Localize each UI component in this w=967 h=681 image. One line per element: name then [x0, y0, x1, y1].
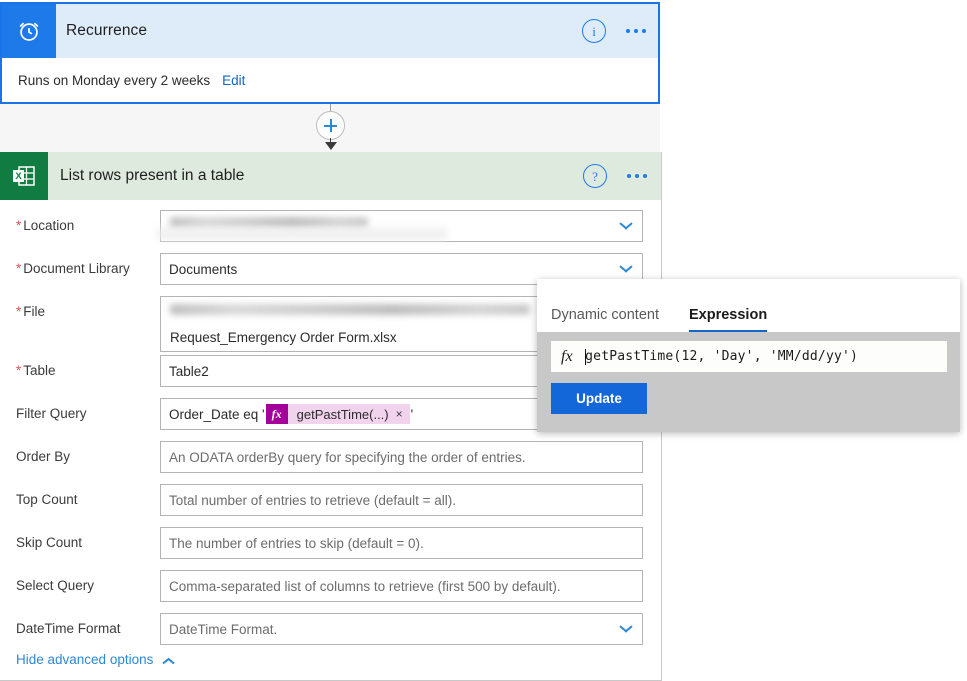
- table-value: Table2: [169, 363, 209, 379]
- expression-editor-popup[interactable]: Dynamic content Expression fx getPastTim…: [537, 279, 960, 432]
- question-circle-icon[interactable]: ?: [583, 164, 607, 188]
- required-asterisk: *: [16, 363, 22, 378]
- field-label-top-count: Top Count: [16, 492, 78, 507]
- file-selected-path: [161, 297, 544, 323]
- redacted-location-overlay: [157, 228, 447, 240]
- excel-card-header[interactable]: X List rows present in a table ?: [0, 152, 661, 200]
- tab-expression[interactable]: Expression: [689, 307, 768, 333]
- chevron-up-icon: [162, 654, 174, 666]
- field-row-top-count: Top Count Total number of entries to ret…: [0, 484, 661, 527]
- arrow-down-icon: [325, 142, 337, 150]
- recurrence-edit-link[interactable]: Edit: [222, 73, 245, 88]
- datetime-format-placeholder: DateTime Format.: [169, 621, 278, 637]
- excel-card-title: List rows present in a table: [60, 167, 245, 184]
- filter-query-prefix: Order_Date eq ': [169, 406, 265, 422]
- chevron-down-icon[interactable]: [619, 623, 632, 636]
- field-label-filter-query: Filter Query: [16, 406, 87, 421]
- tab-dynamic-content[interactable]: Dynamic content: [551, 307, 659, 332]
- skip-count-input[interactable]: The number of entries to skip (default =…: [160, 527, 643, 559]
- flow-designer-canvas: Recurrence i Runs on Monday every 2 week…: [0, 0, 967, 681]
- field-label-table: * Table: [16, 363, 56, 378]
- alarm-clock-icon: [2, 4, 56, 58]
- expression-input-field[interactable]: fx getPastTime(12, 'Day', 'MM/dd/yy'): [551, 341, 947, 372]
- field-label-order-by: Order By: [16, 449, 71, 464]
- recurrence-summary-text: Runs on Monday every 2 weeks: [18, 72, 211, 88]
- excel-icon: X: [0, 152, 48, 200]
- popup-body: fx getPastTime(12, 'Day', 'MM/dd/yy') Up…: [537, 332, 960, 432]
- field-label-skip-count: Skip Count: [16, 535, 83, 550]
- remove-token-icon[interactable]: ×: [396, 408, 403, 420]
- file-combobox[interactable]: Request_Emergency Order Form.xlsx: [160, 296, 545, 352]
- redacted-location-value: [170, 217, 368, 228]
- top-count-input[interactable]: Total number of entries to retrieve (def…: [160, 484, 643, 516]
- recurrence-card-header[interactable]: Recurrence i: [2, 4, 658, 58]
- ellipsis-icon[interactable]: [626, 29, 646, 33]
- location-dropdown[interactable]: [157, 210, 643, 242]
- expression-token-body[interactable]: getPastTime(...) ×: [287, 404, 410, 424]
- redacted-file-path: [170, 304, 530, 315]
- fx-icon: fx: [561, 347, 573, 365]
- required-asterisk: *: [16, 261, 22, 276]
- chevron-down-icon[interactable]: [619, 263, 632, 276]
- fx-icon: fx: [265, 404, 288, 424]
- field-label-location: * Location: [16, 218, 75, 233]
- field-row-select-query: Select Query Comma-separated list of col…: [0, 570, 661, 613]
- svg-text:X: X: [15, 171, 22, 182]
- file-option-item[interactable]: Request_Emergency Order Form.xlsx: [161, 323, 544, 352]
- expression-input-value: getPastTime(12, 'Day', 'MM/dd/yy'): [585, 349, 859, 364]
- filter-query-suffix: ': [410, 406, 414, 422]
- ellipsis-icon[interactable]: [627, 174, 647, 178]
- recurrence-card-body: Runs on Monday every 2 weeks Edit: [2, 58, 658, 102]
- select-query-input[interactable]: Comma-separated list of columns to retri…: [160, 570, 643, 602]
- hide-advanced-options-link[interactable]: Hide advanced options: [16, 652, 174, 667]
- datetime-format-dropdown[interactable]: DateTime Format.: [160, 613, 643, 645]
- required-asterisk: *: [16, 304, 22, 319]
- field-label-datetime-format: DateTime Format: [16, 621, 121, 636]
- expression-token-label: getPastTime(...): [296, 406, 389, 422]
- update-button[interactable]: Update: [551, 383, 647, 414]
- excel-card-actions: ?: [583, 152, 647, 200]
- expression-token[interactable]: fx getPastTime(...) ×: [265, 404, 410, 424]
- info-circle-icon[interactable]: i: [582, 19, 606, 43]
- field-label-document-library: * Document Library: [16, 261, 130, 276]
- hide-advanced-options-label: Hide advanced options: [16, 652, 154, 667]
- plus-circle-icon[interactable]: [316, 111, 345, 140]
- popup-tab-list: Dynamic content Expression: [537, 279, 960, 333]
- recurrence-card-actions: i: [582, 4, 646, 58]
- field-row-skip-count: Skip Count The number of entries to skip…: [0, 527, 661, 570]
- document-library-value: Documents: [169, 261, 238, 277]
- field-row-order-by: Order By An ODATA orderBy query for spec…: [0, 441, 661, 484]
- field-row-location: * Location: [0, 210, 661, 253]
- field-row-datetime-format: DateTime Format DateTime Format.: [0, 613, 661, 656]
- chevron-down-icon[interactable]: [619, 220, 632, 233]
- required-asterisk: *: [16, 218, 22, 233]
- recurrence-card-title: Recurrence: [66, 22, 148, 39]
- field-label-select-query: Select Query: [16, 578, 95, 593]
- recurrence-trigger-card[interactable]: Recurrence i Runs on Monday every 2 week…: [0, 2, 660, 104]
- flow-connector: [316, 104, 346, 150]
- field-label-file: * File: [16, 304, 46, 319]
- order-by-input[interactable]: An ODATA orderBy query for specifying th…: [160, 441, 643, 473]
